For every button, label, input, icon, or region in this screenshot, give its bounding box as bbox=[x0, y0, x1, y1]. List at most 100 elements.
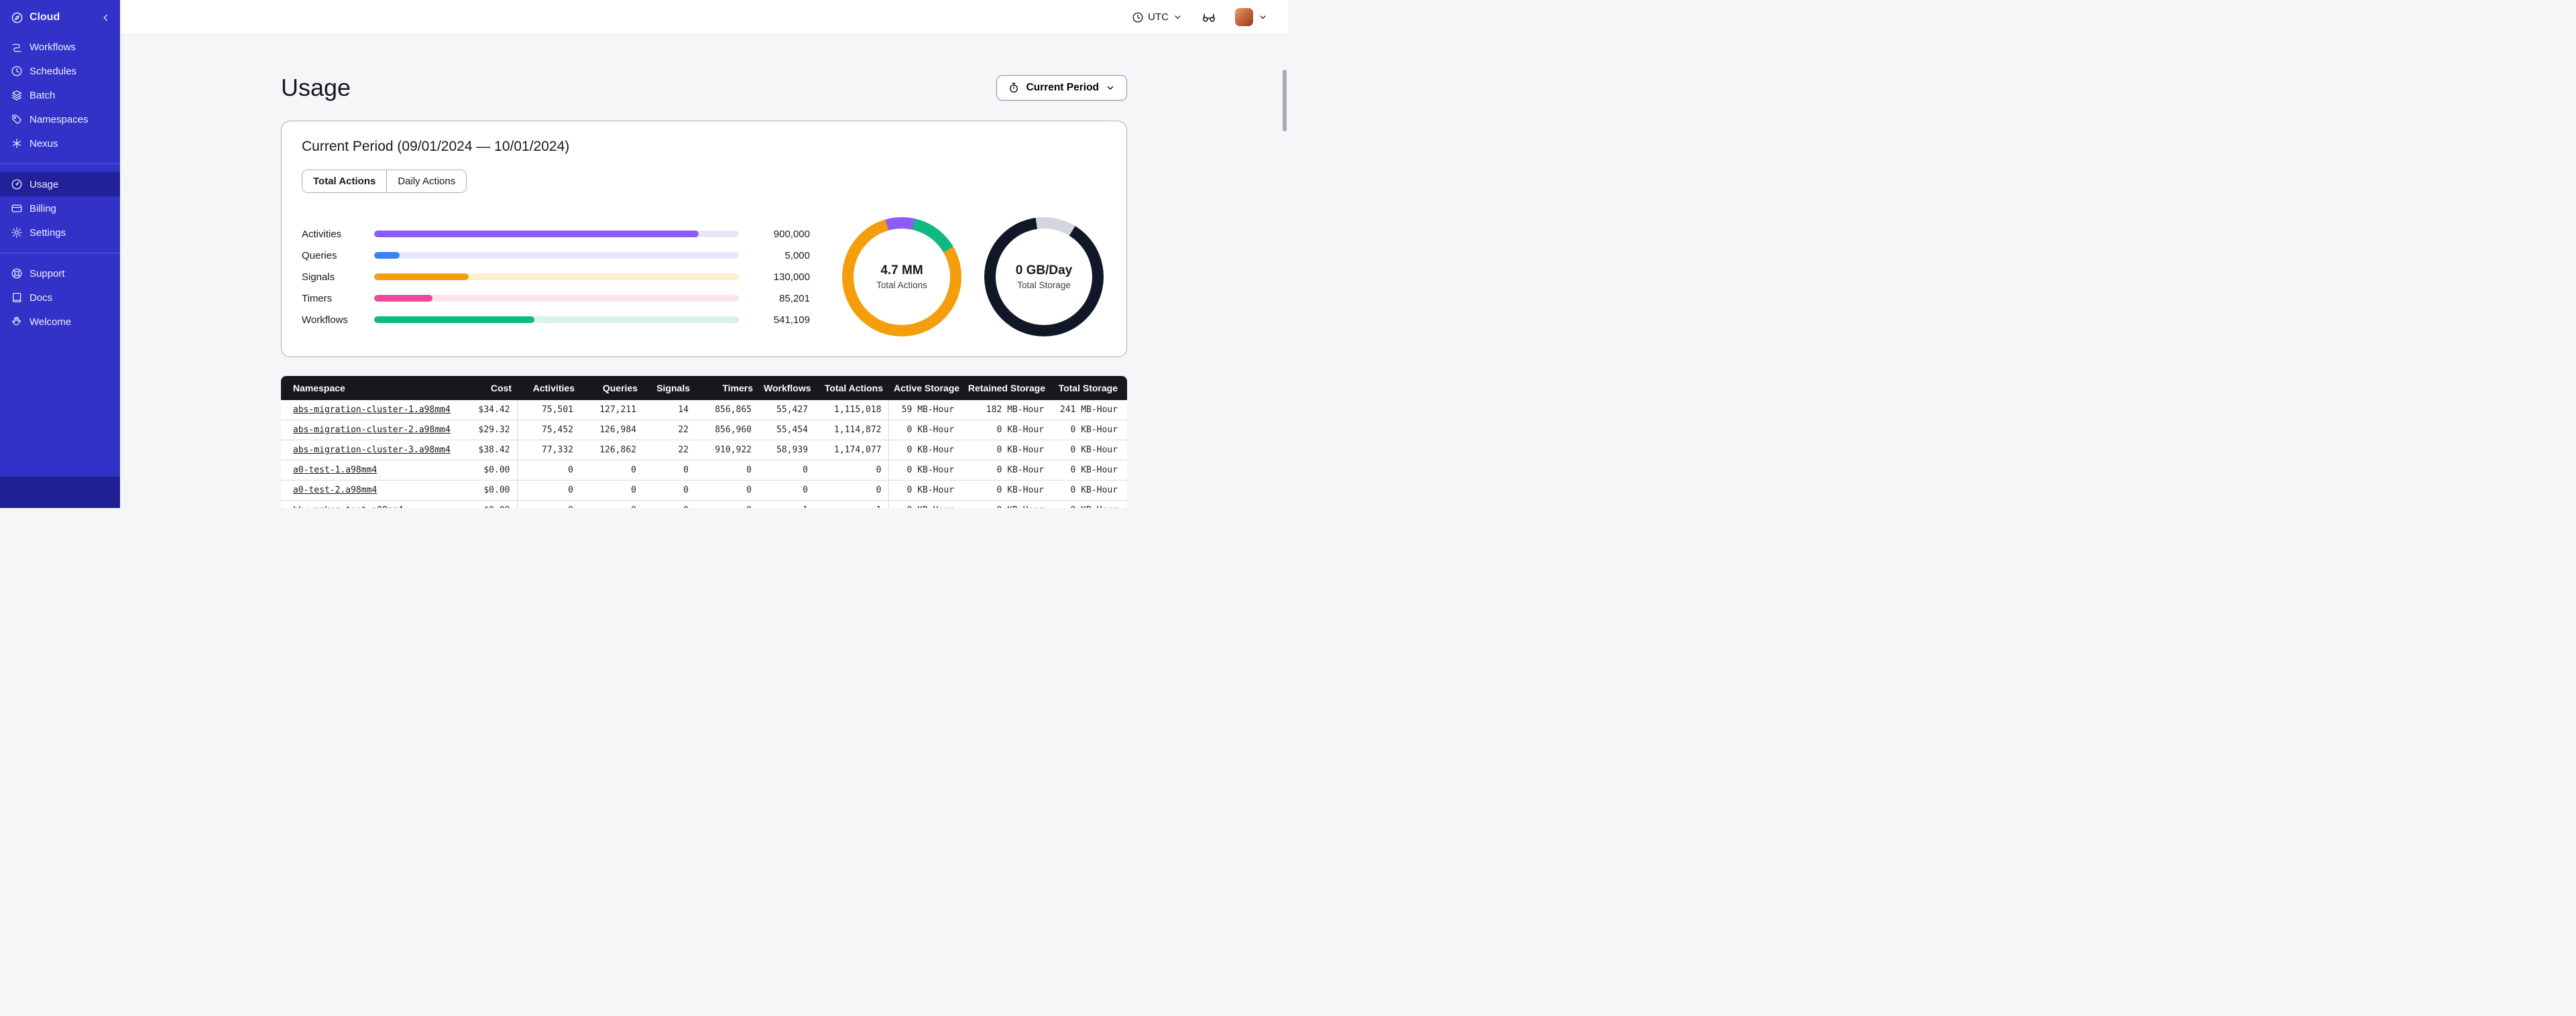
queries-cell: 126,984 bbox=[580, 420, 643, 440]
page-head: Usage Current Period bbox=[281, 74, 1127, 102]
activities-bar-track bbox=[374, 231, 739, 237]
active-storage-cell: 0 KB-Hour bbox=[888, 480, 961, 501]
avatar bbox=[1235, 8, 1253, 26]
scrollbar-thumb[interactable] bbox=[1283, 70, 1287, 131]
usage-card: Current Period (09/01/2024 — 10/01/2024)… bbox=[281, 121, 1127, 357]
workflows-cell: 55,427 bbox=[758, 400, 815, 420]
bar-value: 900,000 bbox=[773, 228, 810, 240]
table-row: abs-migration-cluster-2.a98mm4 $29.32 75… bbox=[281, 420, 1127, 440]
timers-cell: 0 bbox=[695, 480, 758, 501]
total-storage-cell: 0 KB-Hour bbox=[1051, 480, 1127, 501]
sidebar-item-label: Usage bbox=[30, 178, 59, 190]
retained-storage-cell: 0 KB-Hour bbox=[961, 440, 1051, 460]
signals-cell: 22 bbox=[643, 440, 695, 460]
sidebar-item-label: Namespaces bbox=[30, 113, 89, 125]
namespace-usage-table-section: Namespace Cost Activities Queries Signal… bbox=[281, 376, 1127, 508]
active-storage-cell: 0 KB-Hour bbox=[888, 460, 961, 481]
retained-storage-cell: 0 KB-Hour bbox=[961, 460, 1051, 481]
namespace-usage-table: Namespace Cost Activities Queries Signal… bbox=[281, 376, 1127, 508]
bar-value: 85,201 bbox=[779, 292, 810, 304]
total-actions-donut: 4.7 MM Total Actions bbox=[842, 217, 961, 336]
sidebar-item-schedules[interactable]: Schedules bbox=[0, 59, 120, 83]
glasses-icon[interactable] bbox=[1202, 10, 1216, 25]
cost-cell: $0.00 bbox=[457, 480, 518, 501]
total-actions-cell: 1,114,872 bbox=[815, 420, 889, 440]
tab-daily-actions[interactable]: Daily Actions bbox=[386, 170, 467, 192]
column-header-queries: Queries bbox=[580, 376, 643, 400]
signals-cell: 14 bbox=[643, 400, 695, 420]
signals-bar-track bbox=[374, 273, 739, 280]
gauge-icon bbox=[11, 178, 23, 190]
sidebar-header: Cloud bbox=[0, 0, 120, 35]
bar-row-queries: Queries 5,000 bbox=[302, 245, 810, 266]
content-area: Usage Current Period Current Period (09/… bbox=[120, 35, 1288, 508]
namespace-link[interactable]: abs-migration-cluster-3.a98mm4 bbox=[293, 445, 451, 455]
workflows-icon bbox=[11, 41, 23, 53]
sidebar-item-nexus[interactable]: Nexus bbox=[0, 131, 120, 155]
workflows-bar-track bbox=[374, 316, 739, 323]
timers-cell: 0 bbox=[695, 500, 758, 508]
sidebar-item-namespaces[interactable]: Namespaces bbox=[0, 107, 120, 131]
sidebar-item-welcome[interactable]: Welcome bbox=[0, 310, 120, 334]
bar-label: Workflows bbox=[302, 314, 348, 326]
bar-label: Queries bbox=[302, 249, 337, 261]
namespace-cell: bk-worker-test.a98mm4 bbox=[281, 500, 457, 508]
queries-bar bbox=[374, 252, 400, 259]
column-header-signals: Signals bbox=[643, 376, 695, 400]
sidebar-item-docs[interactable]: Docs bbox=[0, 285, 120, 310]
sidebar-nav-primary: Workflows Schedules Batch Namespaces Nex… bbox=[0, 35, 120, 155]
total-actions-cell: 0 bbox=[815, 460, 889, 481]
cost-cell: $38.42 bbox=[457, 440, 518, 460]
namespace-link[interactable]: a0-test-1.a98mm4 bbox=[293, 465, 377, 475]
total-storage-cell: 0 KB-Hour bbox=[1051, 420, 1127, 440]
asterisk-icon bbox=[11, 137, 23, 149]
activities-cell: 75,501 bbox=[517, 400, 580, 420]
clock-icon bbox=[11, 65, 23, 77]
bar-label: Timers bbox=[302, 292, 333, 304]
tab-total-actions[interactable]: Total Actions bbox=[302, 170, 387, 192]
sidebar-item-settings[interactable]: Settings bbox=[0, 220, 120, 245]
timers-cell: 856,865 bbox=[695, 400, 758, 420]
usage-visual: Activities 900,000 Queries 5,000 Signals bbox=[302, 217, 1106, 336]
sidebar-item-workflows[interactable]: Workflows bbox=[0, 35, 120, 59]
namespace-link[interactable]: bk-worker-test.a98mm4 bbox=[293, 505, 403, 508]
sidebar-item-usage[interactable]: Usage bbox=[0, 172, 120, 196]
namespace-link[interactable]: abs-migration-cluster-2.a98mm4 bbox=[293, 425, 451, 435]
bar-row-timers: Timers 85,201 bbox=[302, 288, 810, 309]
total-actions-cell: 0 bbox=[815, 480, 889, 501]
account-menu[interactable] bbox=[1235, 8, 1268, 26]
timezone-label: UTC bbox=[1148, 11, 1169, 23]
sidebar-item-support[interactable]: Support bbox=[0, 261, 120, 285]
sidebar-item-label: Welcome bbox=[30, 316, 72, 328]
signals-cell: 22 bbox=[643, 420, 695, 440]
chevron-left-icon[interactable] bbox=[100, 12, 111, 23]
book-icon bbox=[11, 292, 23, 304]
total-actions-value: 4.7 MM bbox=[880, 263, 923, 277]
activities-cell: 75,452 bbox=[517, 420, 580, 440]
chevron-down-icon bbox=[1173, 12, 1183, 22]
period-selector-label: Current Period bbox=[1026, 82, 1099, 93]
chevron-down-icon bbox=[1105, 82, 1116, 93]
sidebar-nav-footer: Support Docs Welcome bbox=[0, 261, 120, 334]
clock-icon bbox=[1132, 11, 1144, 23]
namespace-link[interactable]: a0-test-2.a98mm4 bbox=[293, 485, 377, 495]
activities-bar bbox=[374, 231, 699, 237]
cost-cell: $29.32 bbox=[457, 420, 518, 440]
sidebar-item-label: Settings bbox=[30, 227, 66, 239]
signals-cell: 0 bbox=[643, 480, 695, 501]
period-selector-button[interactable]: Current Period bbox=[996, 75, 1127, 101]
activities-cell: 0 bbox=[517, 500, 580, 508]
total-storage-donut: 0 GB/Day Total Storage bbox=[984, 217, 1104, 336]
activities-cell: 0 bbox=[517, 480, 580, 501]
total-actions-cell: 1,174,077 bbox=[815, 440, 889, 460]
sidebar-item-billing[interactable]: Billing bbox=[0, 196, 120, 220]
sidebar-item-batch[interactable]: Batch bbox=[0, 83, 120, 107]
table-row: a0-test-1.a98mm4 $0.00 0 0 0 0 0 0 0 KB-… bbox=[281, 460, 1127, 481]
bar-value: 5,000 bbox=[784, 249, 810, 261]
namespace-link[interactable]: abs-migration-cluster-1.a98mm4 bbox=[293, 405, 451, 415]
cost-cell: $0.00 bbox=[457, 460, 518, 481]
main-area: UTC Usage Current Period Current Period … bbox=[120, 0, 1288, 508]
total-storage-cell: 0 KB-Hour bbox=[1051, 500, 1127, 508]
timezone-selector[interactable]: UTC bbox=[1132, 11, 1183, 23]
active-storage-cell: 0 KB-Hour bbox=[888, 420, 961, 440]
